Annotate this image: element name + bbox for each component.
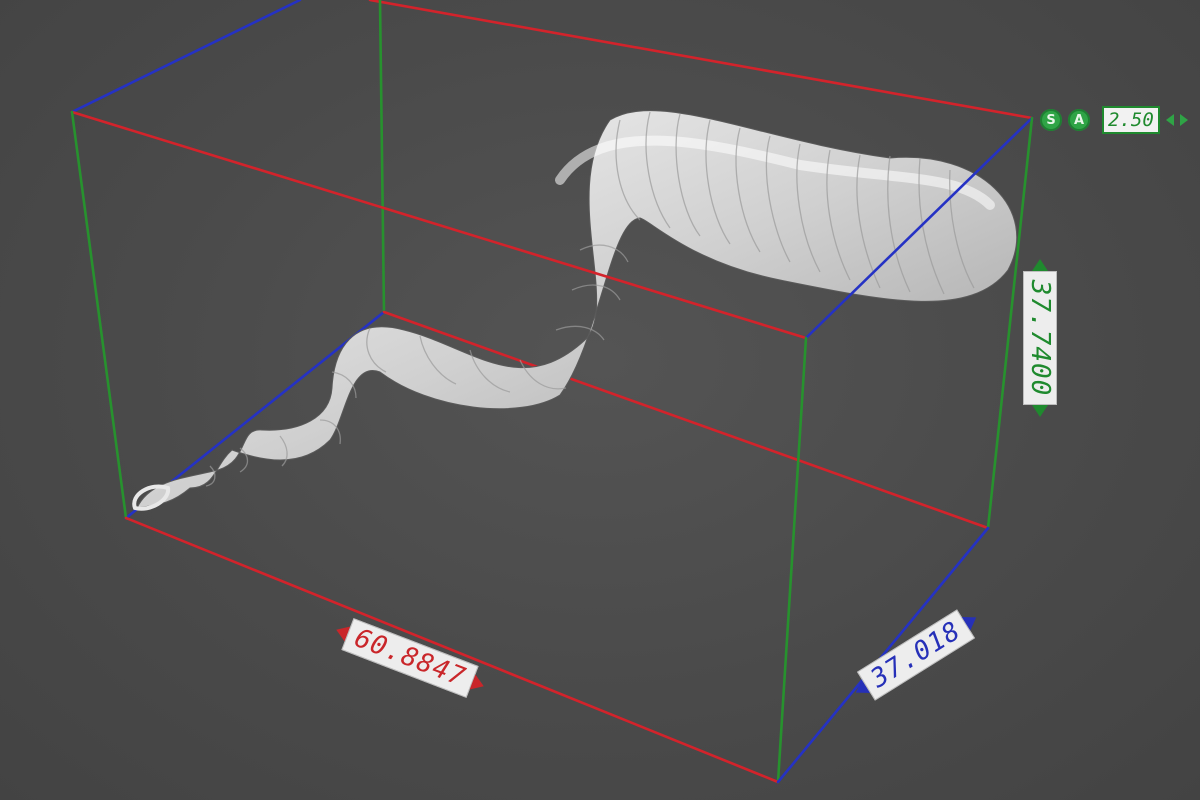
box-edge-back-top-x	[368, 0, 1034, 120]
box-edge-front-vertical-y	[776, 336, 808, 784]
increment-arrow-icon[interactable]	[1179, 114, 1188, 126]
3d-viewport[interactable]: 60.8847 37.7400 37.018 S A 2.50	[0, 0, 1200, 800]
height-dimension-label: 37.7400	[1023, 258, 1057, 418]
height-value: 37.7400	[1023, 270, 1057, 406]
arrow-up-icon	[1032, 258, 1048, 271]
box-edge-back-top-z	[70, 0, 302, 114]
scene-canvas[interactable]	[0, 0, 1200, 800]
worm-mesh[interactable]	[132, 110, 1018, 511]
box-edge-back-bottom-x	[382, 310, 990, 530]
angle-icon[interactable]: A	[1068, 109, 1090, 131]
snap-icon[interactable]: S	[1040, 109, 1062, 131]
box-edge-front-bottom-x	[124, 516, 780, 784]
snap-value-field[interactable]: 2.50	[1102, 106, 1160, 134]
snap-toolbar: S A 2.50	[1040, 106, 1188, 134]
box-edge-back-vertical-y	[378, 0, 386, 314]
arrow-down-icon	[1032, 405, 1048, 418]
decrement-arrow-icon[interactable]	[1165, 114, 1174, 126]
box-edge-left-vertical-y	[70, 110, 128, 520]
